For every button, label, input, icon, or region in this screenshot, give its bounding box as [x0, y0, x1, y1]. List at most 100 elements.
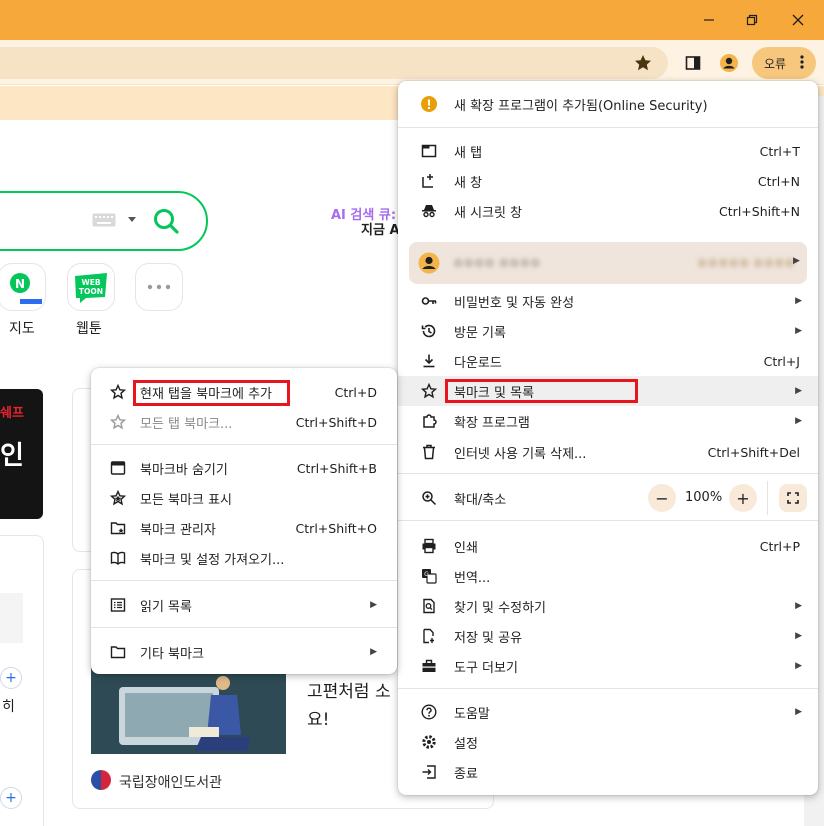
menu-new-window-shortcut: Ctrl+N — [757, 173, 800, 189]
save-share-icon — [421, 628, 437, 644]
close-icon — [792, 14, 804, 26]
menu-divider — [398, 127, 818, 128]
restore-button[interactable] — [734, 6, 770, 34]
submenu-arrow-icon: ▶ — [795, 707, 802, 717]
other-bookmarks[interactable]: 기타 북마크 ▶ — [91, 637, 397, 667]
menu-save-share[interactable]: 저장 및 공유 ▶ — [398, 621, 818, 651]
menu-new-window-label: 새 창 — [454, 175, 483, 191]
menu-translate[interactable]: G 번역... — [398, 561, 818, 591]
extension-added-notice[interactable]: 새 확장 프로그램이 추가됨(Online Security) — [398, 89, 818, 119]
avatar-icon — [720, 54, 738, 72]
fullscreen-icon — [787, 492, 799, 504]
zoom-in-button[interactable]: + — [729, 484, 757, 512]
menu-more-tools[interactable]: 도구 더보기 ▶ — [398, 651, 818, 681]
menu-passwords[interactable]: 비밀번호 및 자동 완성 ▶ — [398, 286, 818, 316]
bookmark-all-tabs[interactable]: 모든 탭 북마크... Ctrl+Shift+D — [91, 407, 397, 437]
submenu-arrow-icon: ▶ — [795, 386, 802, 396]
menu-find[interactable]: 찾기 및 수정하기 ▶ — [398, 591, 818, 621]
menu-print[interactable]: 인쇄 Ctrl+P — [398, 531, 818, 561]
import-bookmarks-label: 북마크 및 설정 가져오기... — [140, 552, 285, 568]
menu-help[interactable]: 도움말 ▶ — [398, 697, 818, 727]
menu-print-shortcut: Ctrl+P — [759, 538, 800, 554]
submenu-arrow-icon: ▶ — [795, 601, 802, 611]
menu-help-label: 도움말 — [454, 706, 490, 722]
all-bookmarks-icon — [110, 490, 126, 506]
bookmark-star-icon[interactable] — [633, 53, 653, 73]
reading-list[interactable]: 읽기 목록 ▶ — [91, 590, 397, 620]
error-chip-button[interactable]: 오류 — [752, 47, 816, 79]
import-icon — [110, 550, 126, 566]
trash-icon — [421, 444, 437, 460]
bookmark-manager[interactable]: 북마크 관리자 Ctrl+Shift+O — [91, 513, 397, 543]
show-all-bookmarks[interactable]: 모든 북마크 표시 — [91, 483, 397, 513]
reading-list-label: 읽기 목록 — [140, 599, 192, 615]
toolbox-icon — [421, 658, 437, 674]
svg-text:TOON: TOON — [79, 287, 103, 296]
menu-exit-label: 종료 — [454, 766, 478, 782]
menu-save-share-label: 저장 및 공유 — [454, 630, 523, 646]
menu-exit[interactable]: 종료 — [398, 757, 818, 787]
find-icon — [421, 598, 437, 614]
add-button-2[interactable]: + — [0, 787, 22, 809]
menu-divider — [91, 444, 397, 445]
hide-bookmark-bar[interactable]: 북마크바 숨기기 Ctrl+Shift+B — [91, 453, 397, 483]
profile-row[interactable]: ●●●● ●●●● ●●●●● ●●●● ▶ — [409, 242, 807, 284]
keyboard-icon[interactable] — [92, 213, 116, 227]
hide-bookmark-bar-shortcut: Ctrl+Shift+B — [296, 460, 377, 476]
menu-clear-data[interactable]: 인터넷 사용 기록 삭제... Ctrl+Shift+Del — [398, 437, 818, 467]
caret-down-icon[interactable] — [127, 216, 137, 224]
more-shortcuts-button[interactable] — [135, 263, 183, 311]
map-shortcut[interactable]: N — [0, 263, 46, 311]
menu-settings[interactable]: 설정 — [398, 727, 818, 757]
incognito-icon — [421, 203, 437, 219]
menu-incognito-shortcut: Ctrl+Shift+N — [719, 203, 800, 219]
restore-icon — [746, 14, 758, 26]
fullscreen-button[interactable] — [779, 484, 807, 512]
menu-history[interactable]: 방문 기록 ▶ — [398, 316, 818, 346]
more-vertical-icon — [800, 55, 804, 69]
profile-button[interactable] — [717, 51, 741, 75]
help-icon — [421, 704, 437, 720]
menu-extensions[interactable]: 확장 프로그램 ▶ — [398, 406, 818, 436]
new-window-icon — [421, 173, 437, 189]
menu-downloads[interactable]: 다운로드 Ctrl+J — [398, 346, 818, 376]
folder-icon — [110, 644, 126, 660]
zoom-icon — [421, 490, 437, 506]
webtoon-shortcut[interactable]: WEB TOON — [67, 263, 115, 311]
exit-icon — [421, 764, 437, 780]
bookmark-add-current-tab-shortcut: Ctrl+D — [334, 384, 377, 400]
key-icon — [421, 293, 437, 309]
bookmark-manager-label: 북마크 관리자 — [140, 522, 216, 538]
submenu-arrow-icon: ▶ — [795, 326, 802, 336]
library-thumbnail — [91, 665, 286, 754]
star-outline-icon — [110, 414, 126, 430]
menu-clear-data-shortcut: Ctrl+Shift+Del — [707, 444, 800, 460]
bookmark-bar-icon — [110, 460, 126, 476]
shortcut-label-map: 지도 — [9, 321, 35, 337]
menu-divider — [398, 473, 818, 474]
side-card-thumb — [0, 593, 23, 643]
address-bar[interactable] — [0, 47, 668, 79]
side-panel-button[interactable] — [681, 51, 705, 75]
bookmark-manager-shortcut: Ctrl+Shift+O — [295, 520, 377, 536]
menu-new-tab[interactable]: 새 탭 Ctrl+T — [398, 136, 818, 166]
notice-label: 새 확장 프로그램이 추가됨(Online Security) — [454, 98, 708, 114]
zoom-out-button[interactable]: − — [648, 484, 676, 512]
star-outline-icon — [110, 384, 126, 400]
svg-text:WEB: WEB — [81, 278, 100, 287]
highlight-box-add-bookmark — [133, 380, 290, 406]
bookmark-star-icon — [421, 383, 437, 399]
search-icon[interactable] — [152, 207, 180, 235]
add-button[interactable]: + — [0, 667, 22, 689]
promo-card-red-text: 쉐프 — [0, 406, 24, 421]
minimize-button[interactable] — [691, 6, 727, 34]
print-icon — [421, 538, 437, 554]
profile-arrow-icon: ▶ — [793, 256, 800, 266]
import-bookmarks[interactable]: 북마크 및 설정 가져오기... — [91, 543, 397, 573]
close-window-button[interactable] — [780, 6, 816, 34]
menu-print-label: 인쇄 — [454, 540, 478, 556]
menu-extensions-label: 확장 프로그램 — [454, 415, 530, 431]
zoom-in-label: + — [736, 488, 750, 508]
menu-incognito[interactable]: 새 시크릿 창 Ctrl+Shift+N — [398, 196, 818, 226]
menu-new-window[interactable]: 새 창 Ctrl+N — [398, 166, 818, 196]
